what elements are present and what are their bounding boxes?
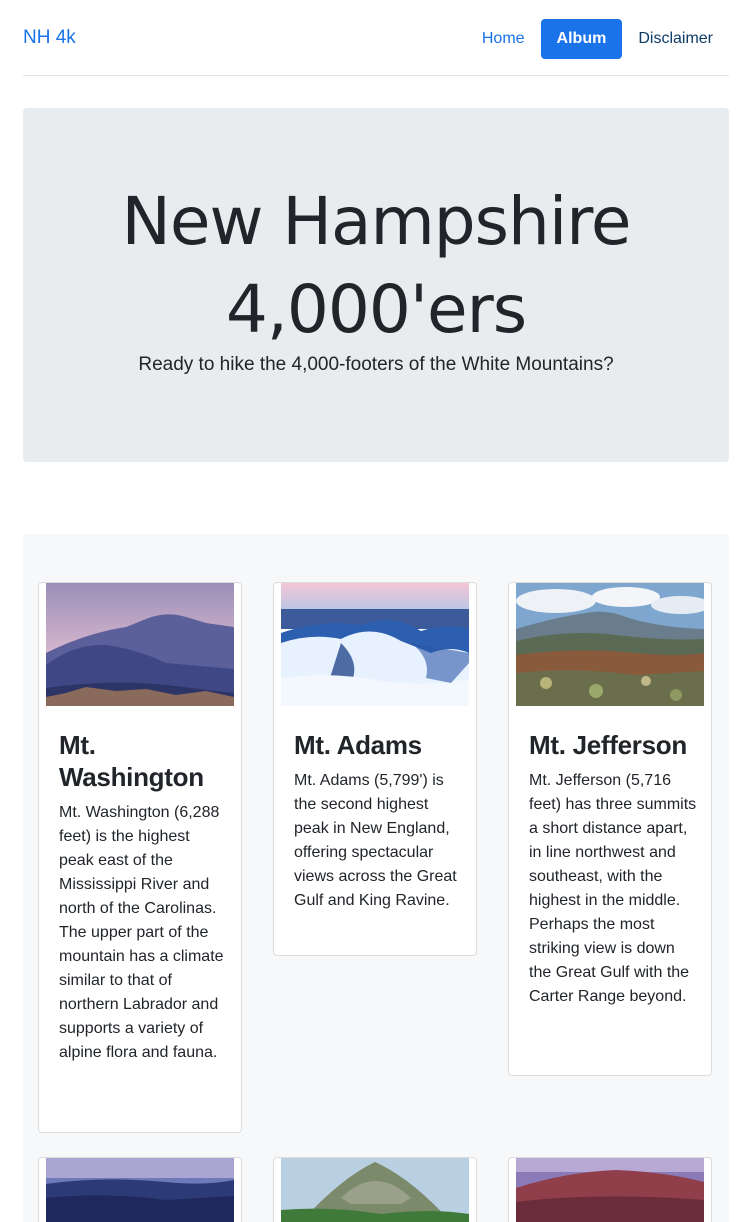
card-image-mt-jefferson — [516, 583, 704, 706]
card-image-mt-washington — [46, 583, 234, 706]
card-mt-jefferson: Mt. Jefferson Mt. Jefferson (5,716 feet)… — [508, 582, 712, 1076]
hero-jumbotron: New Hampshire 4,000'ers Ready to hike th… — [23, 108, 729, 462]
nav-home-link[interactable]: Home — [466, 19, 541, 59]
nav-links: Home Album Disclaimer — [466, 19, 729, 59]
card-title: Mt. Jefferson — [529, 730, 687, 760]
card-title: Mt. Washington — [59, 730, 204, 792]
card-text: Mt. Washington (6,288 feet) is the highe… — [59, 804, 224, 1061]
card-image-bottom-2 — [281, 1158, 469, 1222]
card-image-bottom-3 — [516, 1158, 704, 1222]
album-section: Mt. Washington Mt. Washington (6,288 fee… — [23, 534, 729, 1222]
card-image-bottom-1 — [46, 1158, 234, 1222]
card-text: Mt. Adams (5,799') is the second highest… — [294, 772, 457, 909]
card-mt-adams: Mt. Adams Mt. Adams (5,799') is the seco… — [273, 582, 477, 956]
navbar: NH 4k Home Album Disclaimer — [23, 0, 729, 76]
hero-lead: Ready to hike the 4,000-footers of the W… — [138, 354, 614, 375]
brand-link[interactable]: NH 4k — [23, 27, 76, 49]
card-image-mt-adams — [281, 583, 469, 706]
hero-title-line-2: 4,000'ers — [225, 271, 527, 348]
hero-title-line-1: New Hampshire — [121, 183, 631, 260]
card-title: Mt. Adams — [294, 730, 422, 760]
card-mt-washington: Mt. Washington Mt. Washington (6,288 fee… — [38, 582, 242, 1133]
nav-disclaimer-link[interactable]: Disclaimer — [622, 19, 729, 59]
card-bottom-3 — [508, 1157, 712, 1222]
card-bottom-1 — [38, 1157, 242, 1222]
hero-title: New Hampshire 4,000'ers — [23, 178, 729, 354]
card-bottom-2 — [273, 1157, 477, 1222]
card-text: Mt. Jefferson (5,716 feet) has three sum… — [529, 772, 697, 1005]
nav-album-link[interactable]: Album — [540, 19, 623, 59]
